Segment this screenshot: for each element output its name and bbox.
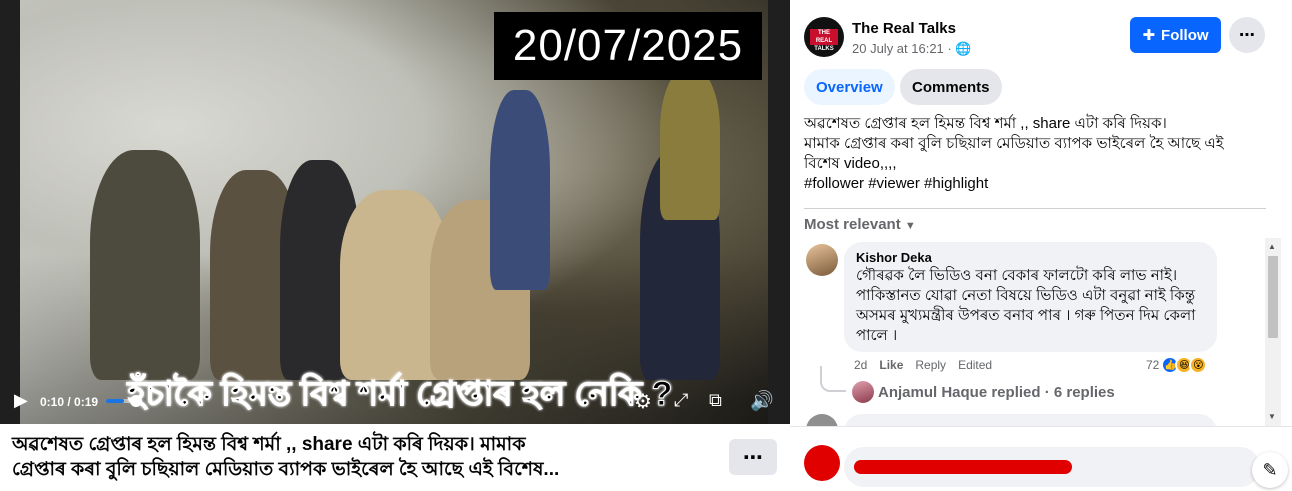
post-text-line: বিশেষ video,,,, [804, 155, 897, 172]
video-caption: অৱশেষত গ্ৰেপ্তাৰ হল হিমন্ত বিশ্ব শৰ্মা ,… [12, 432, 712, 482]
post-panel: THE REAL TALKS The Real Talks 20 July at… [790, 0, 1292, 491]
post-text-line: অৱশেষত গ্ৰেপ্তাৰ হল হিমন্ত বিশ্ব শৰ্মা ,… [804, 115, 1167, 132]
comment-text: গৌৰৱক লৈ ভিডিও বনা বেকাৰ ফালটো কৰি লাভ ন… [856, 267, 1196, 344]
reply-thread-line [820, 366, 846, 392]
page-avatar[interactable]: THE REAL TALKS [804, 17, 844, 57]
commenter-avatar[interactable] [806, 244, 838, 276]
scroll-thumb[interactable] [1268, 256, 1278, 338]
more-dots-icon: ⋯ [743, 446, 763, 469]
settings-icon[interactable]: ⚙ [634, 389, 652, 414]
picture-in-picture-icon[interactable]: ⧉ [709, 390, 722, 411]
replier-avatar [852, 381, 874, 403]
tab-overview[interactable]: Overview [804, 69, 895, 105]
compose-edit-icon[interactable]: ✎ [1252, 452, 1288, 488]
more-dots-icon: ⋯ [1239, 27, 1255, 44]
comment-list: Kishor Deka গৌৰৱক লৈ ভিডিও বনা বেকাৰ ফাল… [790, 238, 1265, 426]
comment-reply-button[interactable]: Reply [915, 358, 946, 372]
scroll-up-arrow-icon[interactable]: ▲ [1268, 242, 1276, 251]
follow-label: Follow [1161, 26, 1209, 44]
wow-reaction-icon: 😮 [1189, 356, 1208, 374]
comment-bubble [844, 414, 1217, 426]
person-figure [660, 70, 720, 220]
comment-age[interactable]: 2d [854, 358, 867, 372]
post-text: অৱশেষত গ্ৰেপ্তাৰ হল হিমন্ত বিশ্ব শৰ্মা ,… [804, 114, 1264, 194]
commenter-avatar[interactable] [806, 414, 838, 426]
follow-button[interactable]: ✚ Follow [1130, 17, 1221, 53]
redaction-mark [854, 460, 1072, 474]
comment-scrollbar[interactable]: ▲ ▼ [1265, 238, 1281, 426]
reaction-count: 72 [1146, 358, 1160, 372]
post-viewer: 20/07/2025 হঁচাকৈ হিমন্ত বিশ্ব শৰ্মা গ্ৰ… [0, 0, 1292, 491]
video-column: 20/07/2025 হঁচাকৈ হিমন্ত বিশ্ব শৰ্মা গ্ৰ… [0, 0, 790, 491]
person-figure [490, 90, 550, 290]
comment-reactions[interactable]: 72 👍 😆 😮 [1146, 356, 1208, 374]
progress-knob[interactable] [130, 395, 142, 407]
comment-sort-label: Most relevant [804, 216, 901, 233]
caption-more-button[interactable]: ⋯ [729, 439, 777, 475]
video-time: 0:10 / 0:19 [40, 395, 99, 409]
scroll-down-arrow-icon[interactable]: ▼ [1268, 412, 1276, 421]
subtitle-overlay: হঁচাকৈ হিমন্ত বিশ্ব শৰ্মা গ্ৰেপ্তাৰ হল ন… [127, 375, 673, 414]
divider [804, 208, 1266, 209]
page-name[interactable]: The Real Talks [852, 20, 956, 37]
comment-like-button[interactable]: Like [879, 358, 903, 372]
page-logo: THE REAL TALKS [810, 29, 838, 52]
view-replies-link[interactable]: Anjamul Haque replied · 6 replies [878, 384, 1115, 401]
post-menu-button[interactable]: ⋯ [1229, 17, 1265, 53]
video-frame: 20/07/2025 [20, 0, 768, 424]
person-figure [90, 150, 200, 380]
caret-down-icon: ▼ [904, 220, 916, 232]
caption-line: গ্ৰেপ্তাৰ কৰা বুলি চছিয়াল মেডিয়াত ব্যা… [12, 459, 560, 480]
comment-author[interactable]: Kishor Deka [856, 250, 1205, 265]
divider [790, 426, 1292, 427]
fullscreen-expand-icon[interactable]: ⤢ [674, 390, 688, 411]
video-player[interactable]: 20/07/2025 হঁচাকৈ হিমন্ত বিশ্ব শৰ্মা গ্ৰ… [0, 0, 790, 424]
date-overlay: 20/07/2025 [494, 12, 762, 80]
user-avatar [804, 445, 840, 481]
tab-comments[interactable]: Comments [900, 69, 1002, 105]
post-hashtags[interactable]: #follower #viewer #highlight [804, 174, 1264, 194]
volume-icon[interactable]: 🔊 [750, 389, 774, 413]
post-text-line: মামাক গ্ৰেপ্তাৰ কৰা বুলি চছিয়াল মেডিয়া… [804, 135, 1224, 152]
post-timestamp[interactable]: 20 July at 16:21 · 🌐 [852, 41, 972, 57]
follow-icon: ✚ [1142, 27, 1156, 44]
comment-edited-label: Edited [958, 358, 993, 372]
post-time-text: 20 July at 16:21 · [852, 41, 956, 56]
comment-sort-dropdown[interactable]: Most relevant ▼ [804, 216, 916, 233]
globe-icon: 🌐 [955, 41, 972, 56]
caption-line: অৱশেষত গ্ৰেপ্তাৰ হল হিমন্ত বিশ্ব শৰ্মা ,… [12, 434, 526, 455]
progress-fill [106, 399, 125, 403]
play-icon[interactable]: ▶ [14, 390, 28, 411]
comment-actions: 2d Like Reply Edited [854, 358, 992, 372]
comment-bubble: Kishor Deka গৌৰৱক লৈ ভিডিও বনা বেকাৰ ফাল… [844, 242, 1217, 352]
